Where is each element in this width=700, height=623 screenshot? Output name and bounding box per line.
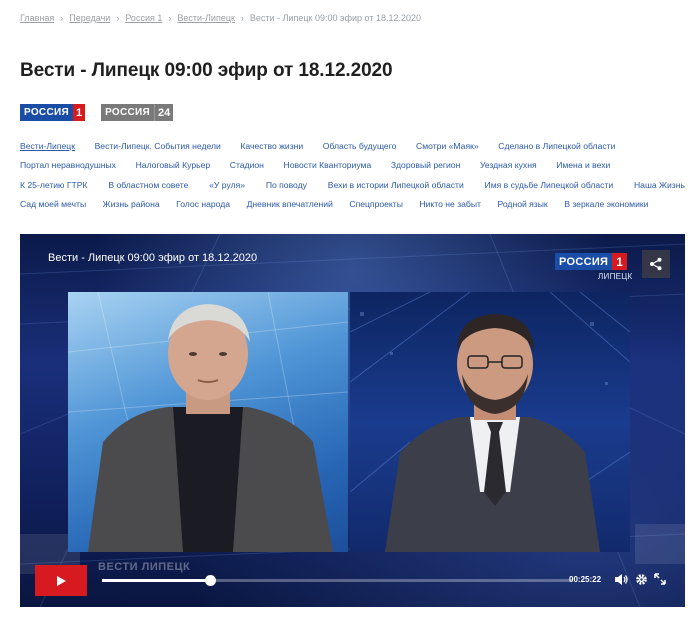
breadcrumb-separator: › xyxy=(168,13,172,23)
settings-button[interactable] xyxy=(633,571,649,587)
channel-number: 1 xyxy=(72,104,86,121)
video-channel-city: ЛИПЕЦК xyxy=(598,272,633,281)
breadcrumb-separator: › xyxy=(116,13,120,23)
channel-switcher: РОССИЯ 1 РОССИЯ 24 xyxy=(20,104,174,121)
progress-bar[interactable] xyxy=(102,575,572,586)
breadcrumb-current: Вести - Липецк 09:00 эфир от 18.12.2020 xyxy=(249,13,422,23)
fullscreen-button[interactable] xyxy=(652,571,668,587)
anchor-figure xyxy=(350,292,630,552)
tag-link[interactable]: Смотри «Маяк» xyxy=(416,141,479,151)
tag-link[interactable]: Никто не забыт xyxy=(419,199,481,209)
tag-link[interactable]: Уездная кухня xyxy=(480,160,537,170)
tag-link[interactable]: Дневник впечатлений xyxy=(247,199,333,209)
tag-row: Вести-Липецк Вести-Липецк. События недел… xyxy=(20,136,685,156)
share-icon xyxy=(650,257,662,271)
channel-russia-1-logo[interactable]: РОССИЯ 1 xyxy=(20,104,86,121)
tag-link[interactable]: Налоговый Курьер xyxy=(136,160,211,170)
tag-link[interactable]: Стадион xyxy=(230,160,264,170)
tag-link[interactable]: Спецпроекты xyxy=(349,199,403,209)
video-channel-number: 1 xyxy=(612,253,627,270)
fullscreen-icon xyxy=(654,573,666,585)
tag-row: К 25-летию ГТРК В областном совете «У ру… xyxy=(20,175,685,195)
breadcrumb-link-shows[interactable]: Передачи xyxy=(69,13,110,23)
channel-russia-24-logo[interactable]: РОССИЯ 24 xyxy=(101,104,174,121)
settings-icon xyxy=(635,573,647,585)
channel-name: РОССИЯ xyxy=(20,104,73,121)
time-display: 00:25:22 xyxy=(569,575,602,584)
channel-number: 24 xyxy=(154,104,174,121)
tag-link[interactable]: Сад моей мечты xyxy=(20,199,86,209)
tag-row: Портал неравнодушных Налоговый Курьер Ст… xyxy=(20,156,685,176)
tag-link[interactable]: По поводу xyxy=(266,180,307,190)
breadcrumb-link-program[interactable]: Вести-Липецк xyxy=(177,13,235,23)
breadcrumb-separator: › xyxy=(60,13,64,23)
progress-handle[interactable] xyxy=(205,575,217,586)
play-icon xyxy=(57,575,66,586)
tag-link[interactable]: Качество жизни xyxy=(240,141,303,151)
tag-link-active[interactable]: Вести-Липецк xyxy=(20,141,75,151)
tag-link[interactable]: «У руля» xyxy=(209,180,245,190)
channel-name: РОССИЯ xyxy=(101,104,154,121)
volume-button[interactable] xyxy=(613,571,629,587)
video-channel-logo: РОССИЯ 1 xyxy=(555,253,627,270)
tag-link[interactable]: Родной язык xyxy=(497,199,547,209)
lower-third-caption: ВЕСТИ ЛИПЕЦК xyxy=(98,561,191,573)
tag-link[interactable]: Вехи в истории Липецкой области xyxy=(328,180,464,190)
tag-link[interactable]: Здоровый регион xyxy=(391,160,461,170)
tag-link[interactable]: В областном совете xyxy=(108,180,188,190)
tag-link[interactable]: Портал неравнодушных xyxy=(20,160,116,170)
page-title: Вести - Липецк 09:00 эфир от 18.12.2020 xyxy=(20,60,393,81)
tag-link[interactable]: Голос народа xyxy=(176,199,230,209)
video-player[interactable]: Вести - Липецк 09:00 эфир от 18.12.2020 … xyxy=(20,234,685,607)
breadcrumb-link-home[interactable]: Главная xyxy=(20,13,54,23)
share-button[interactable] xyxy=(642,250,670,278)
video-title: Вести - Липецк 09:00 эфир от 18.12.2020 xyxy=(48,252,258,264)
tag-link[interactable]: Имена и вехи xyxy=(556,160,610,170)
breadcrumb-separator: › xyxy=(240,13,244,23)
tag-row: Сад моей мечты Жизнь района Голос народа… xyxy=(20,195,685,215)
tag-link[interactable]: Имя в судьбе Липецкой области xyxy=(485,180,614,190)
breadcrumb: Главная › Передачи › Россия 1 › Вести-Липецк › В… xyxy=(20,13,421,23)
video-channel-name: РОССИЯ xyxy=(555,253,613,270)
breadcrumb-link-channel[interactable]: Россия 1 xyxy=(125,13,162,23)
play-button[interactable] xyxy=(35,565,87,596)
tag-link[interactable]: К 25-летию ГТРК xyxy=(20,180,88,190)
program-tags: Вести-Липецк Вести-Липецк. События недел… xyxy=(20,136,685,214)
volume-icon xyxy=(614,573,628,585)
tag-link[interactable]: Вести-Липецк. События недели xyxy=(95,141,221,151)
tag-link[interactable]: Область будущего xyxy=(323,141,397,151)
video-frame-anchor xyxy=(350,292,630,552)
video-frame-guest xyxy=(68,292,348,552)
progress-fill xyxy=(102,579,211,582)
tag-link[interactable]: Сделано в Липецкой области xyxy=(498,141,615,151)
tag-link[interactable]: Новости Кванториума xyxy=(284,160,372,170)
tag-link[interactable]: В зеркале экономики xyxy=(564,199,648,209)
player-controls: ВЕСТИ ЛИПЕЦК 00:25:22 xyxy=(20,561,685,607)
guest-figure xyxy=(68,292,348,552)
tag-link[interactable]: Наша Жизнь xyxy=(634,180,685,190)
tag-link[interactable]: Жизнь района xyxy=(103,199,160,209)
